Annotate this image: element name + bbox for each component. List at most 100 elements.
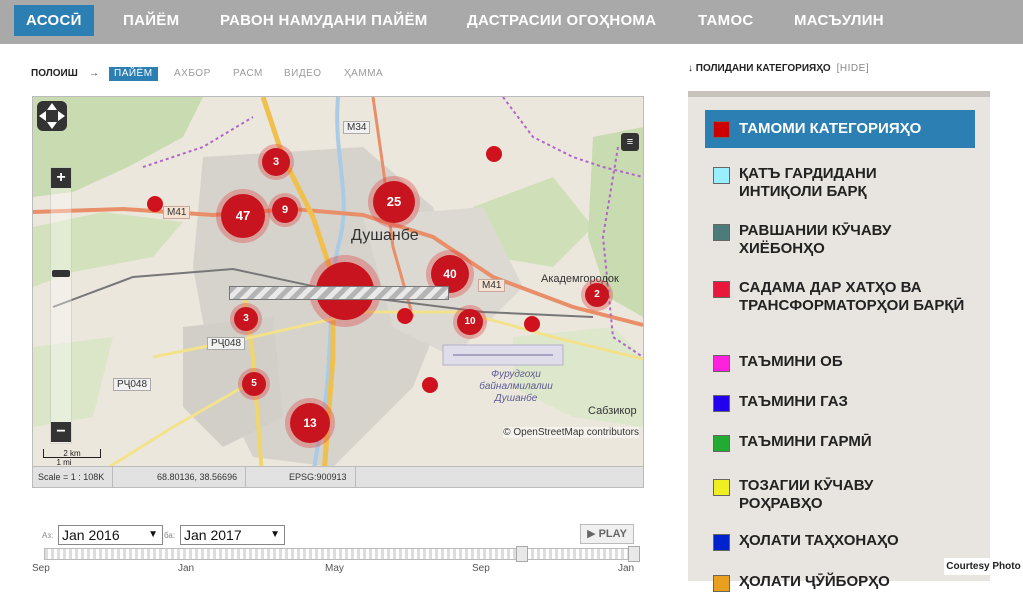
map-label-akademgorodok: Академгородок: [541, 273, 619, 285]
from-date-value: Jan 2016: [62, 527, 120, 543]
nav-item-home[interactable]: АСОСӢ: [14, 5, 94, 36]
category-all[interactable]: ТАМОМИ КАТЕГОРИЯҲО: [705, 110, 975, 148]
incident-point[interactable]: [397, 308, 413, 324]
category-gas-supply[interactable]: ТАЪМИНИ ГАЗ: [705, 391, 975, 413]
category-label: ТАЪМИНИ ГАРМӢ: [739, 433, 872, 450]
road-tag-m41-west: M41: [163, 206, 191, 219]
to-label: ба:: [164, 531, 176, 540]
category-swatch: [713, 121, 730, 138]
timeline-month: Jan: [178, 563, 195, 574]
category-toggle[interactable]: ↓ ПОЛИДАНИ КАТЕГОРИЯҲО [HIDE]: [688, 63, 869, 74]
category-swatch: [713, 575, 730, 592]
zoom-out-button[interactable]: −: [51, 422, 71, 442]
nav-item-responsible[interactable]: МАСЪУЛИН: [794, 0, 884, 44]
photo-credit: Courtesy Photo: [944, 558, 1023, 575]
category-swatch: [713, 167, 730, 184]
road-tag-rch048-b: РҶ048: [113, 378, 152, 391]
category-label: РАВШАНИИ КӮЧАВУ ХИЁБОНҲО: [739, 222, 892, 257]
map-status-bar: Scale = 1 : 108K 68.80136, 38.56696 EPSG…: [33, 466, 643, 487]
from-date-select[interactable]: Jan 2016 ▼: [58, 525, 163, 545]
incident-map[interactable]: Душанбе Академгородок Сабзикор Фурудгоҳи…: [32, 96, 644, 488]
category-swatch: [713, 281, 730, 298]
filter-all[interactable]: ҲАММА: [344, 67, 383, 81]
map-loading-bar: [229, 286, 449, 300]
nav-item-submit-message[interactable]: РАВОН НАМУДАНИ ПАЙЁМ: [220, 0, 428, 44]
map-city-label: Душанбе: [351, 227, 419, 244]
category-swatch: [713, 224, 730, 241]
category-swatch: [713, 435, 730, 452]
category-list: ТАМОМИ КАТЕГОРИЯҲО ҚАТЪ ГАРДИДАНИ ИНТИҚО…: [688, 91, 990, 592]
timeline-handle-start[interactable]: [516, 546, 528, 562]
category-ditches[interactable]: ҲОЛАТИ ҶӮЙБОРҲО: [705, 571, 975, 593]
filter-video[interactable]: ВИДЕО: [284, 67, 322, 81]
cluster-marker[interactable]: 9: [272, 197, 298, 223]
category-label: ҲОЛАТИ ҶӮЙБОРҲО: [739, 573, 890, 590]
to-date-value: Jan 2017: [184, 527, 242, 543]
cluster-marker[interactable]: 5: [242, 372, 266, 396]
incident-point[interactable]: [147, 196, 163, 212]
cluster-marker[interactable]: 3: [262, 148, 290, 176]
status-epsg: EPSG:900913: [289, 467, 356, 487]
category-swatch: [713, 355, 730, 372]
scale-km: 2 km: [43, 449, 101, 458]
category-label: ТАЪМИНИ ОБ: [739, 353, 843, 370]
category-street-lighting[interactable]: РАВШАНИИ КӮЧАВУ ХИЁБОНҲО: [705, 218, 975, 258]
to-date-select[interactable]: Jan 2017 ▼: [180, 525, 285, 545]
status-coords: 68.80136, 38.56696: [157, 467, 247, 487]
filter-news[interactable]: АХБОР: [174, 67, 211, 81]
zoom-in-button[interactable]: +: [51, 168, 71, 188]
timeline-handle-end[interactable]: [628, 546, 640, 562]
cluster-marker[interactable]: 25: [373, 181, 415, 223]
status-scale: Scale = 1 : 108K: [38, 467, 114, 487]
category-heating-supply[interactable]: ТАЪМИНИ ГАРМӢ: [705, 431, 975, 453]
play-button[interactable]: ▶ PLAY: [580, 524, 634, 544]
cluster-marker[interactable]: 13: [290, 403, 330, 443]
incident-point[interactable]: [486, 146, 502, 162]
category-power-outage[interactable]: ҚАТЪ ГАРДИДАНИ ИНТИҚОЛИ БАРҚ: [705, 161, 975, 201]
category-swatch: [713, 534, 730, 551]
map-attribution[interactable]: © OpenStreetMap contributors: [503, 427, 639, 438]
cluster-marker[interactable]: 10: [457, 309, 483, 335]
pan-control-icon[interactable]: [33, 97, 71, 135]
category-label: ТАЪМИНИ ГАЗ: [739, 393, 848, 410]
nav-item-alerts[interactable]: ДАСТРАСИИ ОГОҲНОМА: [467, 0, 656, 44]
road-tag-rch048-a: РҶ048: [207, 337, 246, 350]
road-tag-m34: M34: [343, 121, 371, 134]
filter-messages[interactable]: ПАЙЁМ: [109, 67, 158, 81]
timeline-month: May: [325, 563, 344, 574]
timeline-month: Jan: [618, 563, 635, 574]
nav-item-messages[interactable]: ПАЙЁМ: [123, 0, 179, 44]
category-label: ТАМОМИ КАТЕГОРИЯҲО: [739, 120, 922, 137]
category-swatch: [713, 395, 730, 412]
hide-categories-link[interactable]: [HIDE]: [837, 63, 869, 74]
category-street-cleaning[interactable]: ТОЗАГИИ КӮЧАВУ РОҲРАВҲО: [705, 473, 975, 513]
incident-point[interactable]: [422, 377, 438, 393]
from-label: Аз:: [42, 531, 54, 540]
nav-item-contact[interactable]: ТАМОС: [698, 0, 754, 44]
category-line-accidents[interactable]: САДАМА ДАР ХАТҲО ВА ТРАНСФОРМАТОРҲОИ БАР…: [705, 275, 975, 333]
cluster-marker[interactable]: 3: [234, 307, 258, 331]
road-tag-m41-east: M41: [478, 279, 506, 292]
chevron-down-icon: ▼: [148, 529, 158, 540]
category-label: САДАМА ДАР ХАТҲО ВА ТРАНСФОРМАТОРҲОИ БАР…: [739, 279, 965, 314]
filter-arrow: →: [89, 68, 99, 79]
category-water-supply[interactable]: ТАЪМИНИ ОБ: [705, 351, 975, 373]
cluster-marker[interactable]: 2: [585, 283, 609, 307]
chevron-down-icon: ▼: [270, 529, 280, 540]
timeline-month: Sep: [472, 563, 490, 574]
category-label: ҲОЛАТИ ТАҲХОНАҲО: [739, 532, 899, 549]
category-label: ҚАТЪ ГАРДИДАНИ ИНТИҚОЛИ БАРҚ: [739, 165, 877, 200]
layers-icon[interactable]: ≡: [621, 133, 639, 151]
cluster-marker[interactable]: 47: [221, 194, 265, 238]
filter-label: ПОЛОИШ: [31, 68, 78, 79]
incident-point[interactable]: [524, 316, 540, 332]
play-icon: ▶: [587, 528, 596, 540]
zoom-handle[interactable]: [52, 270, 70, 277]
timeline-track[interactable]: [44, 548, 640, 560]
category-label: ТОЗАГИИ КӮЧАВУ РОҲРАВҲО: [739, 477, 874, 512]
filter-photo[interactable]: РАСМ: [233, 67, 263, 81]
category-basements[interactable]: ҲОЛАТИ ТАҲХОНАҲО: [705, 530, 975, 552]
category-swatch: [713, 479, 730, 496]
zoom-slider[interactable]: + −: [50, 167, 72, 444]
timeline: Аз: Jan 2016 ▼ ба: Jan 2017 ▼ ▶ PLAY Sep…: [32, 522, 642, 575]
